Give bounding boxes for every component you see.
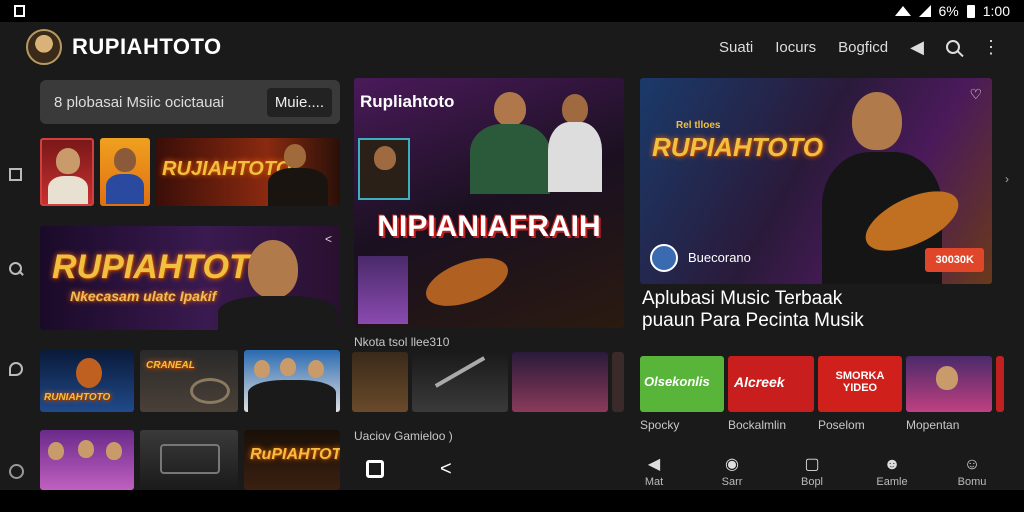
person-icon: ☻ [883,456,901,473]
banner-subtitle: Nkecasam ulatc Ipakif [70,288,217,304]
battery-icon [966,4,975,18]
bass-guitar-icon [419,248,515,316]
center-row-thumb-4[interactable] [612,352,624,412]
center-row-thumb-2[interactable] [412,352,508,412]
center-big-title: NIPIANIAFRAIH [377,210,601,243]
nav-item-2[interactable]: Iocurs [775,39,816,56]
row4-thumb-3[interactable]: RuPIAHTOTO [244,430,340,490]
flag-icon: ◀ [647,456,661,473]
square-icon: ▢ [804,456,820,473]
signal-icon [918,5,931,17]
cta-button[interactable]: 30030K [925,248,984,272]
notification-icon [14,5,25,17]
brand-title: RUPIAHTOTO [72,34,222,59]
row3-thumb-1[interactable]: RUNIAHTOTO [40,350,134,412]
right-title: RUPIAHTOTO [652,132,823,162]
tile-2-art: Alcreek [734,374,785,390]
tile-1-art: Olsekonlis [644,374,710,389]
share-icon[interactable]: < [325,232,332,246]
featured-card-rujiahtoto[interactable]: RUJIAHTOTO [156,138,340,206]
row4-art-title: RuPIAHTOTO [250,446,340,463]
tile-3[interactable]: SMORKA YIDEO [818,356,902,412]
right-feature-card[interactable]: Rel tlloes RUPIAHTOTO Buecorano 30030K ♡ [640,78,992,284]
channel-avatar[interactable] [650,244,678,272]
chevron-right-icon[interactable]: › [1005,172,1009,186]
bottom-nav-item-1[interactable]: ◀ Mat [624,450,684,490]
row4-thumb-2[interactable] [140,430,238,490]
banner-card-rupiahtoto[interactable]: RUPIAHTOTO Nkecasam ulatc Ipakif < [40,226,340,330]
back-icon[interactable]: < [440,458,452,481]
banner-title: RUPIAHTOTO [52,248,276,286]
stop-button[interactable] [366,460,384,478]
search-button[interactable]: Muie.... [266,87,332,117]
rail-disc-icon[interactable] [9,464,24,479]
top-nav: Suati Iocurs Bogficd ◀ ⋮ [719,22,1000,72]
right-small-label: Rel tlloes [676,120,721,131]
tile-5[interactable] [996,356,1004,412]
status-bar: 6% 1:00 [0,0,1024,22]
system-nav-bar [0,490,1024,512]
center-top-label: Rupliahtoto [360,92,455,111]
app-window: RUPIAHTOTO Suati Iocurs Bogficd ◀ ⋮ 8 pl… [0,22,1024,490]
row3-label-1: RUNIAHTOTO [44,392,111,403]
center-small-thumb [358,256,408,324]
tile-3-label: Poselom [818,418,865,432]
tile-1-label: Spocky [640,418,680,432]
bookmark-icon[interactable]: ♡ [969,86,982,103]
center-feature-card[interactable]: Rupliahtoto NIPIANIAFRAIH [354,78,624,328]
rail-search-icon[interactable] [9,262,22,275]
nav-item-1[interactable]: Suati [719,39,753,56]
artist-thumb-2[interactable] [100,138,150,206]
tile-3-art: SMORKA YIDEO [835,370,885,394]
disc-icon: ◉ [725,456,739,473]
battery-percent: 6% [938,3,959,19]
wifi-icon [894,6,911,16]
row4-thumb-1[interactable] [40,430,134,490]
bottom-nav-item-3[interactable]: ▢ Bopl [782,450,842,490]
tile-2-label: Bockalmlin [728,418,787,432]
bottom-nav-item-2[interactable]: ◉ Sarr [702,450,762,490]
nav-item-3[interactable]: Bogficd [838,39,888,56]
profile-icon: ☺ [963,456,981,473]
flag-icon[interactable]: ◀ [910,37,924,58]
search-text: 8 plobasai Msiic ocictauai [54,93,225,111]
center-avatar-thumb [358,138,410,200]
artist-thumb-1[interactable] [40,138,94,206]
right-headline-1: Aplubasi Music Terbaak [642,288,843,309]
channel-name: Buecorano [688,250,751,265]
tile-4[interactable] [906,356,992,412]
center-row-thumb-1[interactable] [352,352,408,412]
more-vert-icon[interactable]: ⋮ [982,37,1000,58]
center-caption: Nkota tsol llee310 [354,335,450,349]
center-row-thumb-3[interactable] [512,352,608,412]
guitar-icon [76,358,102,388]
clock: 1:00 [982,3,1010,19]
tile-2[interactable]: Alcreek [728,356,814,412]
row3-thumb-2[interactable]: CRANEAL [140,350,238,412]
bottom-nav-item-4[interactable]: ☻ Eamle [862,450,922,490]
search-input[interactable]: 8 plobasai Msiic ocictauai Muie.... [40,80,340,124]
brand-logo[interactable] [26,29,62,65]
row3-label-2: CRANEAL [146,360,195,371]
tile-1[interactable]: Olsekonlis [640,356,724,412]
right-headline-2: puaun Para Pecinta Musik [642,310,864,331]
row3-thumb-3[interactable] [244,350,340,412]
bottom-nav-item-5[interactable]: ☺ Bomu [942,450,1002,490]
rail-square-icon[interactable] [9,168,22,181]
rail-chat-icon[interactable] [9,362,23,376]
search-icon[interactable] [946,40,960,54]
center-caption-2: Uaciov Gamieloo ) [354,429,453,443]
tile-4-label: Mopentan [906,418,960,432]
